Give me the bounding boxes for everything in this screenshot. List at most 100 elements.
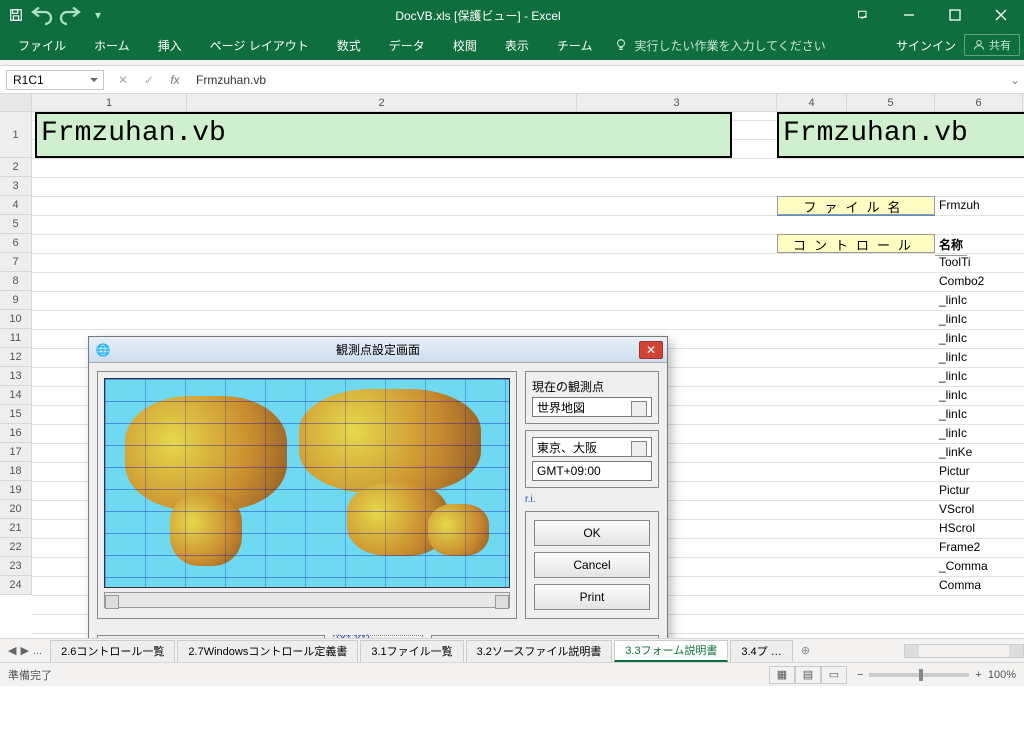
tell-me[interactable]: 実行したい作業を入力してください: [614, 37, 825, 54]
row-header[interactable]: 2: [0, 158, 32, 177]
cell-control[interactable]: _linIc: [935, 386, 971, 404]
row-header[interactable]: 18: [0, 462, 32, 481]
tab-page-layout[interactable]: ページ レイアウト: [196, 30, 323, 60]
cell-control[interactable]: HScrol: [935, 519, 979, 537]
tab-data[interactable]: データ: [375, 30, 439, 60]
select-all-corner[interactable]: [0, 94, 32, 111]
col-header[interactable]: 2: [187, 94, 577, 111]
row-header[interactable]: 23: [0, 557, 32, 576]
row-header[interactable]: 22: [0, 538, 32, 557]
qat-dropdown-icon[interactable]: ▾: [86, 3, 110, 27]
sheet-nav-prev-icon[interactable]: ◀: [8, 644, 16, 657]
cell-control[interactable]: _linIc: [935, 310, 971, 328]
ribbon-options-icon[interactable]: [840, 1, 886, 29]
cell-control[interactable]: _linIc: [935, 329, 971, 347]
col-header[interactable]: 5: [847, 94, 935, 111]
cell-control[interactable]: _Comma: [935, 557, 992, 575]
sheet-tab[interactable]: 3.4プ …: [730, 640, 792, 662]
share-button[interactable]: 共有: [964, 34, 1020, 56]
col-header[interactable]: 1: [32, 94, 187, 111]
city-select[interactable]: 東京、大阪: [532, 437, 652, 457]
map-select[interactable]: 世界地図: [532, 397, 652, 417]
cell-control[interactable]: ToolTi: [935, 253, 975, 271]
view-normal-icon[interactable]: ▦: [769, 666, 795, 684]
cell-control[interactable]: Frame2: [935, 538, 984, 556]
tab-file[interactable]: ファイル: [4, 30, 80, 60]
cell-control[interactable]: _linIc: [935, 367, 971, 385]
row-header[interactable]: 21: [0, 519, 32, 538]
cell-control-label[interactable]: コントロール: [777, 234, 935, 253]
ok-button[interactable]: OK: [534, 520, 650, 546]
row-header[interactable]: 20: [0, 500, 32, 519]
cell-control[interactable]: Pictur: [935, 462, 974, 480]
row-header[interactable]: 16: [0, 424, 32, 443]
redo-icon[interactable]: [58, 3, 82, 27]
row-header[interactable]: 6: [0, 234, 32, 253]
row-header[interactable]: 19: [0, 481, 32, 500]
fx-icon[interactable]: fx: [166, 73, 184, 87]
signin-link[interactable]: サインイン: [896, 37, 956, 54]
cell-control[interactable]: _linIc: [935, 424, 971, 442]
sheet-tab[interactable]: 3.3フォーム説明書: [614, 640, 728, 662]
cell-control[interactable]: Combo2: [935, 272, 988, 290]
row-header[interactable]: 10: [0, 310, 32, 329]
col-header[interactable]: 4: [777, 94, 847, 111]
close-button[interactable]: [978, 1, 1024, 29]
horizontal-scrollbar[interactable]: [904, 644, 1024, 658]
zoom-out-button[interactable]: −: [857, 669, 863, 681]
maximize-button[interactable]: [932, 1, 978, 29]
zoom-slider[interactable]: [869, 673, 969, 677]
sheet-tab[interactable]: 3.1ファイル一覧: [360, 640, 463, 662]
tab-review[interactable]: 校閲: [439, 30, 491, 60]
row-header[interactable]: 15: [0, 405, 32, 424]
row-header[interactable]: 9: [0, 291, 32, 310]
cell-title-b[interactable]: Frmzuhan.vb: [777, 112, 1024, 158]
row-header[interactable]: 7: [0, 253, 32, 272]
undo-icon[interactable]: [30, 3, 54, 27]
cell-title-a[interactable]: Frmzuhan.vb: [35, 112, 732, 158]
cancel-button[interactable]: Cancel: [534, 552, 650, 578]
cell-control[interactable]: Comma: [935, 576, 985, 594]
minimize-button[interactable]: [886, 1, 932, 29]
row-header[interactable]: 1: [0, 112, 32, 158]
zoom-level[interactable]: 100%: [988, 669, 1016, 681]
col-header[interactable]: 3: [577, 94, 777, 111]
sheet-nav-more[interactable]: ...: [33, 645, 42, 657]
sheet-tab[interactable]: 3.2ソースファイル説明書: [466, 640, 613, 662]
tab-view[interactable]: 表示: [491, 30, 543, 60]
cell-file-label[interactable]: ファイル名: [777, 196, 935, 215]
col-header[interactable]: 6: [935, 94, 1023, 111]
row-header[interactable]: 14: [0, 386, 32, 405]
cell-control[interactable]: VScrol: [935, 500, 978, 518]
row-header[interactable]: 4: [0, 196, 32, 215]
tab-home[interactable]: ホーム: [80, 30, 144, 60]
expand-formula-icon[interactable]: ⌄: [1006, 73, 1024, 87]
cell-file-value[interactable]: Frmzuh: [935, 196, 984, 214]
row-header[interactable]: 24: [0, 576, 32, 595]
view-page-layout-icon[interactable]: ▤: [795, 666, 821, 684]
cancel-formula-icon[interactable]: ✕: [114, 73, 132, 87]
row-header[interactable]: 13: [0, 367, 32, 386]
zoom-in-button[interactable]: +: [975, 669, 981, 681]
cell-control[interactable]: Pictur: [935, 481, 974, 499]
dialog-close-button[interactable]: ✕: [639, 341, 663, 359]
cell-control[interactable]: _linIc: [935, 348, 971, 366]
cell-control[interactable]: _linIc: [935, 405, 971, 423]
formula-input[interactable]: Frmzuhan.vb: [188, 73, 1006, 87]
row-header[interactable]: 8: [0, 272, 32, 291]
name-box[interactable]: R1C1: [6, 70, 104, 90]
tab-team[interactable]: チーム: [543, 30, 607, 60]
row-header[interactable]: 3: [0, 177, 32, 196]
map-h-scrollbar[interactable]: [104, 592, 510, 608]
row-header[interactable]: 5: [0, 215, 32, 234]
row-header[interactable]: 11: [0, 329, 32, 348]
save-icon[interactable]: [6, 5, 26, 25]
world-map[interactable]: [104, 378, 510, 588]
tab-insert[interactable]: 挿入: [144, 30, 196, 60]
accept-formula-icon[interactable]: ✓: [140, 73, 158, 87]
view-page-break-icon[interactable]: ▭: [821, 666, 847, 684]
row-header[interactable]: 17: [0, 443, 32, 462]
cell-control[interactable]: _linKe: [935, 443, 976, 461]
gmt-field[interactable]: GMT+09:00: [532, 461, 652, 481]
dialog-titlebar[interactable]: 🌐 観測点設定画面 ✕: [89, 337, 667, 363]
